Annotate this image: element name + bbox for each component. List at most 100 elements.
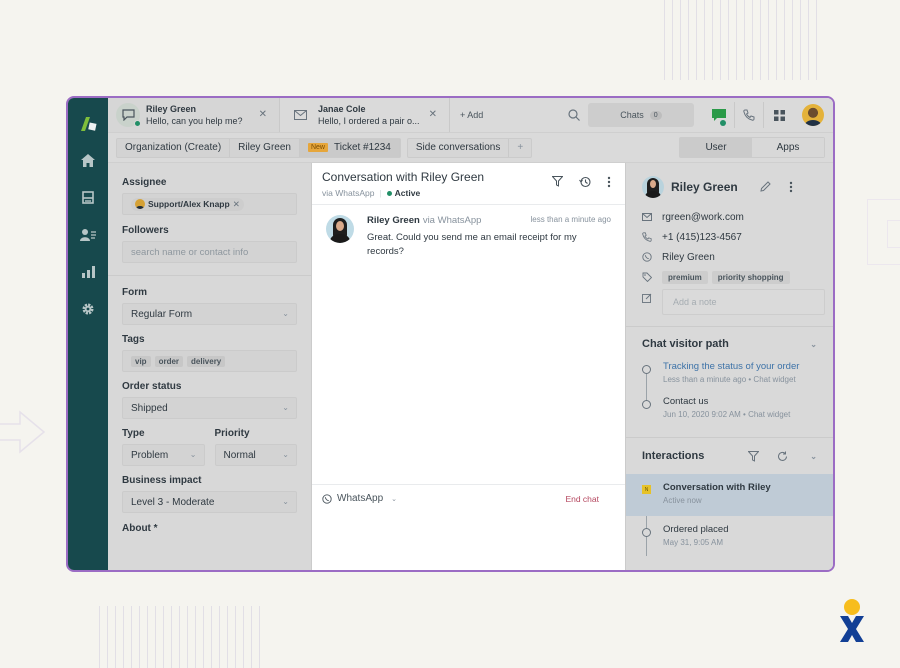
phone-button[interactable]: [734, 102, 764, 128]
user-name: Riley Green: [671, 179, 738, 194]
tab-riley-green[interactable]: Riley Green Hello, can you help me? ✕: [108, 98, 280, 132]
business-impact-label: Business impact: [122, 475, 202, 486]
history-icon[interactable]: [579, 176, 591, 188]
tags-field[interactable]: vip order delivery: [122, 350, 297, 372]
panes: Assignee Support/Alex Knapp ✕ Followers …: [108, 163, 833, 570]
user-tag: priority shopping: [711, 270, 790, 284]
chevron-down-icon: ⌄: [189, 450, 197, 459]
remove-assignee-icon[interactable]: ✕: [233, 199, 240, 210]
home-icon[interactable]: [68, 142, 108, 179]
search-icon[interactable]: [560, 98, 588, 132]
breadcrumb: Organization (Create) Riley Green New Ti…: [116, 137, 401, 158]
assignee-field[interactable]: Support/Alex Knapp ✕: [122, 193, 297, 215]
end-chat-button[interactable]: End chat: [565, 494, 599, 504]
workspace: Riley Green Hello, can you help me? ✕ Ja…: [108, 98, 833, 570]
more-options-icon[interactable]: [789, 181, 793, 193]
views-inbox-icon[interactable]: [68, 179, 108, 216]
user-context-panel: Riley Green rgreen@work.com +1 (415)123-…: [625, 163, 833, 570]
message-author: Riley Green: [367, 215, 420, 226]
chevron-down-icon[interactable]: ⌄: [391, 495, 397, 503]
tag: vip: [131, 355, 151, 367]
form-select[interactable]: Regular Form ⌄: [122, 303, 297, 325]
message-channel: via WhatsApp: [422, 215, 482, 226]
user-phone[interactable]: +1 (415)123-4567: [662, 232, 742, 243]
interaction-item[interactable]: N Conversation with Riley Active now: [626, 474, 833, 516]
ticket-context-bar: Organization (Create) Riley Green New Ti…: [108, 133, 833, 163]
collapse-chevron-icon[interactable]: ⌄: [810, 452, 817, 461]
close-tab-icon[interactable]: ✕: [429, 109, 437, 120]
channel-selector[interactable]: WhatsApp: [337, 493, 383, 504]
priority-label: Priority: [214, 428, 250, 439]
conversation-status: Active: [394, 188, 421, 198]
close-tab-icon[interactable]: ✕: [259, 109, 267, 120]
user-whatsapp: Riley Green: [662, 251, 715, 263]
customers-icon[interactable]: [68, 216, 108, 253]
edit-pencil-icon[interactable]: [760, 180, 771, 192]
tab-preview: Hello, I ordered a pair o...: [318, 116, 420, 126]
active-status-dot: [386, 190, 392, 196]
visitor-path-meta: Less than a minute ago • Chat widget: [663, 375, 796, 384]
user-avatar: [642, 175, 664, 198]
type-select[interactable]: Problem ⌄: [122, 444, 205, 466]
message-timestamp: less than a minute ago: [530, 215, 612, 224]
user-whatsapp-row: Riley Green: [626, 247, 833, 267]
business-impact-value: Level 3 - Moderate: [131, 496, 215, 508]
interactions-title: Interactions: [642, 450, 705, 462]
visitor-path-item: Tracking the status of your order Less t…: [626, 361, 833, 396]
user-email[interactable]: rgreen@work.com: [662, 212, 744, 223]
add-tab-button[interactable]: + Add: [450, 98, 560, 132]
priority-select[interactable]: Normal ⌄: [214, 444, 297, 466]
decorative-box: [867, 199, 900, 265]
form-value: Regular Form: [131, 308, 193, 320]
filter-icon[interactable]: [748, 450, 760, 462]
followers-label: Followers: [122, 225, 169, 236]
collapse-chevron-icon[interactable]: ⌄: [810, 340, 817, 349]
visitor-path-link[interactable]: Tracking the status of your order: [663, 361, 799, 372]
breadcrumb-ticket[interactable]: New Ticket #1234: [299, 138, 400, 157]
reporting-icon[interactable]: [68, 253, 108, 290]
admin-gear-icon[interactable]: [68, 290, 108, 327]
interaction-item[interactable]: Ordered placed May 31, 9:05 AM: [626, 516, 833, 558]
followers-input[interactable]: search name or contact info: [122, 241, 297, 263]
tab-preview: Hello, can you help me?: [146, 116, 243, 126]
refresh-icon[interactable]: [777, 451, 788, 462]
user-tag: premium: [662, 270, 708, 284]
assignee-value: Support/Alex Knapp: [148, 199, 230, 209]
timeline-node: [642, 400, 651, 409]
business-impact-select[interactable]: Level 3 - Moderate ⌄: [122, 491, 297, 513]
zendesk-logo-icon[interactable]: [68, 106, 108, 142]
app-window: Riley Green Hello, can you help me? ✕ Ja…: [66, 96, 835, 572]
decorative-arrow-icon: [0, 410, 46, 454]
assignee-avatar: [135, 199, 145, 209]
add-note-input[interactable]: Add a note: [662, 289, 825, 315]
conversation-header: Conversation with Riley Green via WhatsA…: [312, 163, 625, 205]
tab-janae-cole[interactable]: Janae Cole Hello, I ordered a pair o... …: [280, 98, 450, 132]
agent-avatar[interactable]: [802, 104, 824, 126]
conversation-panel: Conversation with Riley Green via WhatsA…: [312, 163, 625, 570]
user-email-row: rgreen@work.com: [626, 207, 833, 227]
grid-icon: [773, 109, 785, 121]
messaging-status-button[interactable]: [704, 98, 734, 132]
apps-grid-button[interactable]: [764, 98, 794, 132]
breadcrumb-organization[interactable]: Organization (Create): [117, 138, 231, 157]
interactions-section: Interactions ⌄ N Conversation with Riley…: [626, 437, 833, 558]
chats-count-badge: 0: [649, 110, 662, 120]
context-panel-switch: User Apps: [679, 137, 825, 158]
tab-user[interactable]: User: [680, 138, 752, 157]
more-options-icon[interactable]: [607, 176, 611, 188]
chevron-down-icon: ⌄: [282, 497, 289, 506]
order-status-select[interactable]: Shipped ⌄: [122, 397, 297, 419]
filter-icon[interactable]: [552, 176, 563, 187]
decorative-lines-bottom: [99, 606, 260, 668]
followers-placeholder: search name or contact info: [131, 246, 249, 258]
chats-button[interactable]: Chats 0: [588, 103, 694, 127]
ticket-number: Ticket #1234: [333, 142, 391, 153]
interaction-title: Conversation with Riley: [663, 482, 771, 493]
side-conversations-button[interactable]: Side conversations: [408, 139, 509, 157]
chevron-down-icon: ⌄: [282, 450, 289, 459]
phone-icon: [743, 109, 755, 121]
priority-value: Normal: [223, 449, 256, 461]
tab-apps[interactable]: Apps: [752, 138, 824, 157]
add-side-conversation-button[interactable]: +: [508, 138, 531, 157]
breadcrumb-user[interactable]: Riley Green: [230, 138, 300, 157]
